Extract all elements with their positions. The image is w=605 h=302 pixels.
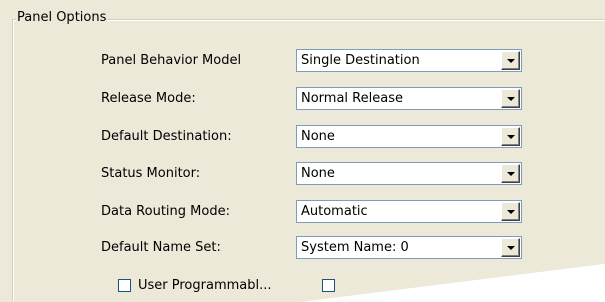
default-destination-label: Default Destination: bbox=[101, 129, 232, 144]
data-routing-mode-dropdown-button[interactable] bbox=[501, 202, 520, 221]
data-routing-mode-label: Data Routing Mode: bbox=[101, 204, 230, 219]
chevron-down-icon bbox=[507, 59, 515, 63]
panel-options-title: Panel Options bbox=[16, 10, 108, 26]
user-programmable-checkbox[interactable] bbox=[118, 279, 131, 292]
default-name-set-select[interactable]: System Name: 0 bbox=[296, 236, 522, 259]
data-routing-mode-value: Automatic bbox=[301, 204, 368, 219]
panel-behavior-model-select[interactable]: Single Destination bbox=[296, 49, 522, 72]
default-destination-select[interactable]: None bbox=[296, 125, 522, 148]
chevron-down-icon bbox=[507, 97, 515, 101]
release-mode-select[interactable]: Normal Release bbox=[296, 87, 522, 110]
user-programmable-label: User Programmabl... bbox=[138, 278, 272, 293]
panel-behavior-model-label: Panel Behavior Model bbox=[101, 53, 242, 68]
default-destination-value: None bbox=[301, 129, 335, 144]
second-checkbox[interactable] bbox=[322, 279, 335, 292]
release-mode-dropdown-button[interactable] bbox=[501, 89, 520, 108]
default-name-set-label: Default Name Set: bbox=[101, 240, 221, 255]
release-mode-row: Release Mode: Normal Release bbox=[0, 87, 605, 112]
data-routing-mode-row: Data Routing Mode: Automatic bbox=[0, 200, 605, 225]
chevron-down-icon bbox=[507, 172, 515, 176]
panel-behavior-model-value: Single Destination bbox=[301, 53, 420, 68]
default-name-set-dropdown-button[interactable] bbox=[501, 238, 520, 257]
chevron-down-icon bbox=[507, 246, 515, 250]
default-name-set-row: Default Name Set: System Name: 0 bbox=[0, 236, 605, 261]
default-name-set-value: System Name: 0 bbox=[301, 240, 409, 255]
panel-behavior-model-row: Panel Behavior Model Single Destination bbox=[0, 49, 605, 74]
release-mode-label: Release Mode: bbox=[101, 91, 196, 106]
data-routing-mode-select[interactable]: Automatic bbox=[296, 200, 522, 223]
status-monitor-value: None bbox=[301, 166, 335, 181]
release-mode-value: Normal Release bbox=[301, 91, 403, 106]
status-monitor-label: Status Monitor: bbox=[101, 166, 201, 181]
default-destination-dropdown-button[interactable] bbox=[501, 127, 520, 146]
chevron-down-icon bbox=[507, 210, 515, 214]
default-destination-row: Default Destination: None bbox=[0, 125, 605, 150]
status-monitor-dropdown-button[interactable] bbox=[501, 164, 520, 183]
status-monitor-row: Status Monitor: None bbox=[0, 162, 605, 187]
status-monitor-select[interactable]: None bbox=[296, 162, 522, 185]
chevron-down-icon bbox=[507, 135, 515, 139]
panel-behavior-model-dropdown-button[interactable] bbox=[501, 51, 520, 70]
